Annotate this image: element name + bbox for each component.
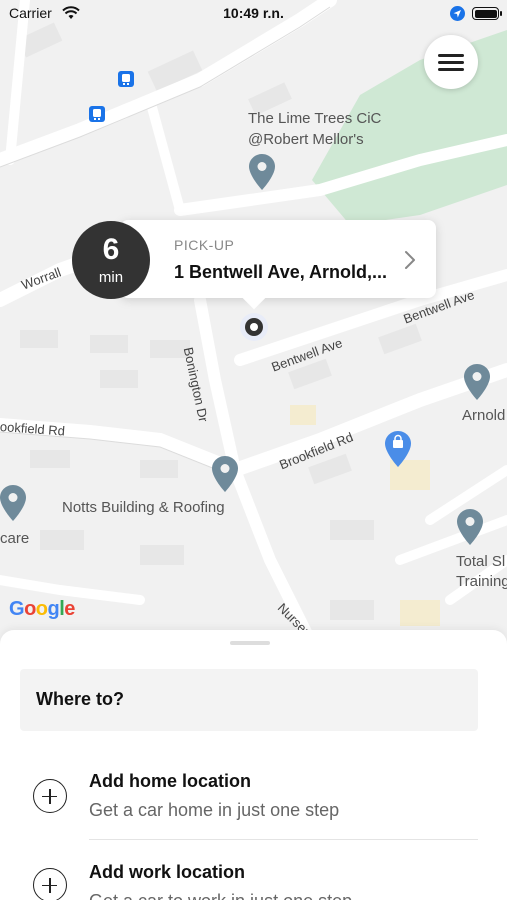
battery-icon	[472, 7, 502, 20]
map-label-notts-building: Notts Building & Roofing	[62, 499, 225, 516]
sheet-grabber[interactable]	[230, 641, 270, 645]
hamburger-icon	[438, 54, 464, 57]
status-bar: Carrier 10:49 r.n.	[0, 0, 507, 28]
add-icon	[33, 779, 67, 813]
map-pin-icon[interactable]	[249, 154, 275, 190]
map-pin-icon[interactable]	[0, 485, 26, 521]
map-view[interactable]: The Lime Trees CiC @Robert Mellor's Worr…	[0, 0, 507, 660]
status-time: 10:49 r.n.	[223, 5, 284, 21]
add-icon	[33, 868, 67, 900]
map-label-total-line2: Training	[456, 573, 507, 590]
eta-value: 6	[102, 233, 120, 266]
map-pin-icon[interactable]	[464, 364, 490, 400]
bus-stop-icon[interactable]	[89, 106, 105, 122]
map-pin-icon[interactable]	[212, 456, 238, 492]
map-label-care: care	[0, 530, 30, 547]
eta-badge: 6 min	[72, 221, 150, 299]
chevron-right-icon	[405, 251, 415, 269]
add-work-title: Add work location	[89, 862, 246, 882]
bottom-sheet[interactable]: Where to? Add home location Get a car ho…	[0, 630, 507, 900]
add-work-location[interactable]: Add work location Get a car to work in j…	[0, 851, 507, 900]
map-label-arnold: Arnold	[462, 407, 506, 424]
bus-stop-icon[interactable]	[118, 71, 134, 87]
current-location-icon	[240, 313, 268, 341]
add-work-subtitle: Get a car to work in just one step	[89, 891, 352, 900]
pickup-address: 1 Bentwell Ave, Arnold,...	[174, 262, 388, 282]
map-pin-icon[interactable]	[457, 509, 483, 545]
pickup-label: PICK-UP	[174, 237, 235, 253]
add-home-location[interactable]: Add home location Get a car home in just…	[0, 760, 507, 840]
hamburger-icon-line	[438, 68, 464, 71]
map-label-total-line1: Total Sl	[456, 553, 506, 570]
where-to-input[interactable]: Where to?	[20, 669, 478, 731]
add-home-title: Add home location	[89, 771, 251, 791]
eta-unit: min	[98, 269, 124, 286]
map-label-lime-trees: The Lime Trees CiC	[248, 110, 382, 127]
pickup-card[interactable]: PICK-UP 1 Bentwell Ave, Arnold,...	[120, 220, 436, 298]
divider	[89, 839, 478, 840]
map-label-robert-mellor: @Robert Mellor's	[248, 131, 364, 148]
google-logo: Google	[9, 598, 75, 620]
menu-button[interactable]	[424, 35, 478, 89]
add-home-subtitle: Get a car home in just one step	[89, 800, 340, 820]
location-arrow-icon	[450, 6, 465, 21]
hamburger-icon-line	[438, 61, 464, 64]
where-to-label: Where to?	[36, 689, 124, 709]
shopping-pin-icon[interactable]	[385, 431, 411, 467]
